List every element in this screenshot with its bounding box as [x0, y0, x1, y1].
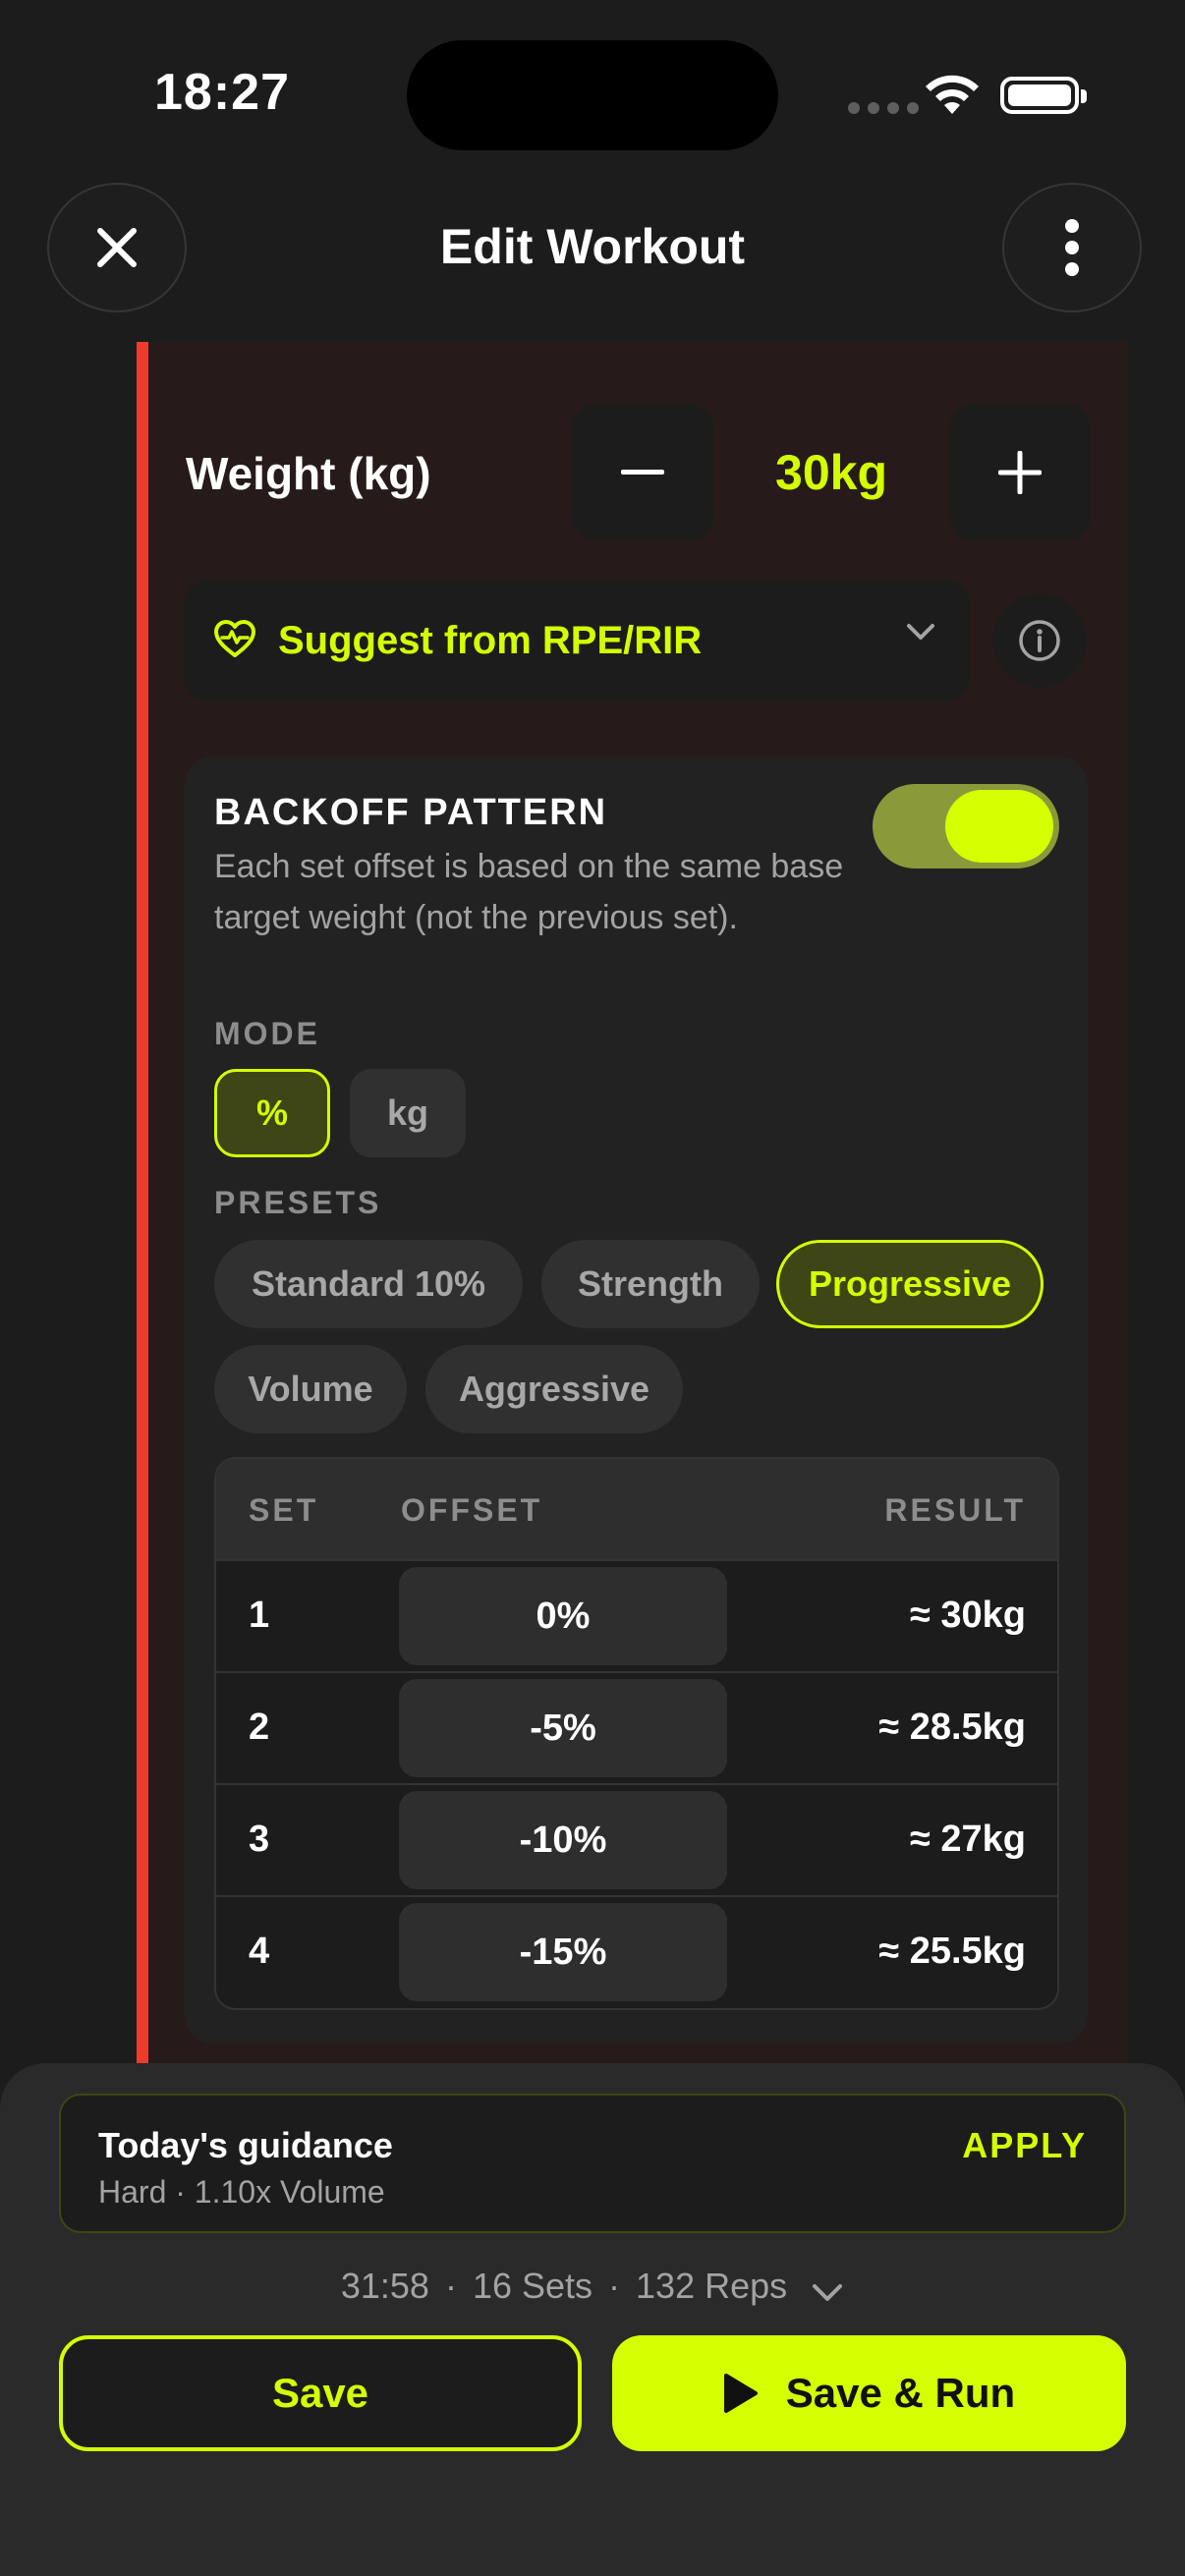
preset-strength-chip[interactable]: Strength	[541, 1240, 760, 1328]
table-header: SET OFFSET RESULT	[216, 1459, 1057, 1559]
plus-icon	[998, 451, 1042, 494]
preset-progressive-chip[interactable]: Progressive	[776, 1240, 1044, 1328]
table-row: 3 -10% ≈ 27kg	[216, 1783, 1057, 1895]
increase-weight-button[interactable]	[949, 404, 1091, 541]
save-button[interactable]: Save	[59, 2335, 582, 2451]
guidance-card: Today's guidance Hard · 1.10x Volume APP…	[59, 2094, 1126, 2233]
minus-icon	[621, 470, 664, 475]
summary-separator: ·	[608, 2266, 621, 2306]
weight-label: Weight (kg)	[186, 448, 431, 499]
more-options-button[interactable]	[1002, 183, 1142, 312]
save-and-run-label: Save & Run	[785, 2370, 1016, 2416]
decrease-weight-button[interactable]	[572, 404, 713, 541]
preset-volume-chip[interactable]: Volume	[214, 1345, 407, 1433]
backoff-table: SET OFFSET RESULT 1 0% ≈ 30kg 2 -5% ≈ 28…	[214, 1457, 1059, 2010]
backoff-title: BACKOFF PATTERN	[214, 792, 608, 833]
set-number: 4	[249, 1931, 270, 1972]
apply-button[interactable]: APPLY	[962, 2125, 1087, 2166]
dynamic-island	[407, 40, 778, 150]
card-accent-strip	[137, 342, 148, 2063]
header-set: SET	[249, 1492, 319, 1528]
weight-value: 30kg	[775, 445, 887, 500]
set-number: 3	[249, 1819, 270, 1860]
guidance-subtitle: Hard · 1.10x Volume	[98, 2174, 385, 2210]
toggle-knob	[945, 790, 1053, 863]
info-icon	[1019, 620, 1060, 661]
heart-pulse-icon	[214, 620, 255, 657]
wifi-icon	[926, 75, 979, 114]
suggest-rpe-dropdown[interactable]: Suggest from RPE/RIR	[184, 580, 970, 701]
status-time: 18:27	[154, 64, 290, 121]
preset-standard-chip[interactable]: Standard 10%	[214, 1240, 523, 1328]
summary-duration: 31:58	[340, 2266, 429, 2306]
set-number: 1	[249, 1595, 270, 1636]
offset-input[interactable]: -5%	[399, 1679, 727, 1777]
result-value: ≈ 27kg	[909, 1819, 1026, 1860]
offset-input[interactable]: 0%	[399, 1567, 727, 1665]
summary-sets: 16 Sets	[472, 2266, 593, 2306]
backoff-toggle[interactable]	[873, 784, 1059, 868]
table-row: 2 -5% ≈ 28.5kg	[216, 1671, 1057, 1783]
mode-percent-button[interactable]: %	[214, 1069, 330, 1157]
presets-label: PRESETS	[214, 1185, 382, 1220]
offset-input[interactable]: -10%	[399, 1791, 727, 1889]
summary-separator: ·	[444, 2266, 457, 2306]
offset-input[interactable]: -15%	[399, 1903, 727, 2001]
info-button[interactable]	[992, 593, 1087, 688]
suggest-label: Suggest from RPE/RIR	[278, 619, 703, 662]
guidance-title: Today's guidance	[98, 2125, 393, 2165]
save-and-run-button[interactable]: Save & Run	[612, 2335, 1126, 2451]
more-vertical-icon	[1065, 219, 1079, 276]
preset-aggressive-chip[interactable]: Aggressive	[425, 1345, 683, 1433]
cellular-signal-icon	[848, 102, 919, 114]
result-value: ≈ 28.5kg	[878, 1707, 1026, 1748]
chevron-down-icon	[813, 2284, 843, 2301]
chevron-down-icon	[907, 624, 934, 640]
table-row: 4 -15% ≈ 25.5kg	[216, 1895, 1057, 2007]
table-row: 1 0% ≈ 30kg	[216, 1559, 1057, 1671]
header-result: RESULT	[884, 1492, 1026, 1528]
summary-reps: 132 Reps	[636, 2266, 788, 2306]
mode-kg-button[interactable]: kg	[350, 1069, 466, 1157]
workout-summary[interactable]: 31:58 · 16 Sets · 132 Reps	[0, 2266, 1185, 2307]
mode-label: MODE	[214, 1016, 320, 1051]
battery-icon	[1000, 77, 1087, 114]
set-number: 2	[249, 1707, 270, 1748]
result-value: ≈ 30kg	[909, 1595, 1026, 1636]
result-value: ≈ 25.5kg	[878, 1931, 1026, 1972]
backoff-description: Each set offset is based on the same bas…	[214, 848, 844, 936]
play-icon	[723, 2374, 758, 2413]
header-offset: OFFSET	[401, 1492, 543, 1528]
